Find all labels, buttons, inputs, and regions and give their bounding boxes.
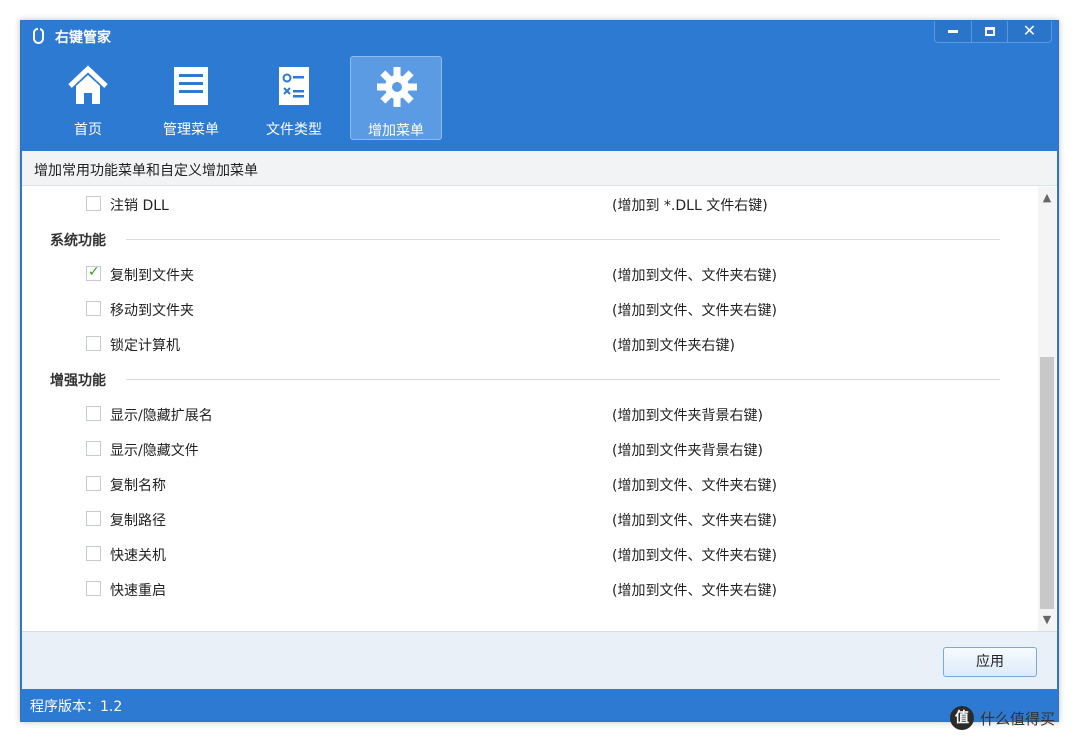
list-item[interactable]: 显示/隐藏文件 (增加到文件夹背景右键) <box>22 432 1022 467</box>
section-header: 系统功能 <box>22 222 1022 257</box>
item-label: 复制名称 <box>110 478 166 494</box>
checkbox[interactable] <box>86 196 101 211</box>
window-title: 右键管家 <box>55 30 111 46</box>
tab-manage-menu-label: 管理菜单 <box>163 122 219 138</box>
file-type-icon <box>279 67 309 105</box>
item-description: (增加到文件、文件夹右键) <box>612 583 777 599</box>
home-icon <box>68 65 108 104</box>
tab-file-type[interactable]: 文件类型 <box>248 56 340 140</box>
footer-bar: 应用 <box>22 631 1057 689</box>
item-description: (增加到文件、文件夹右键) <box>612 548 777 564</box>
item-label: 显示/隐藏文件 <box>110 443 199 459</box>
maximize-icon <box>984 27 995 36</box>
list-item[interactable]: 快速关机 (增加到文件、文件夹右键) <box>22 537 1022 572</box>
section-title: 增强功能 <box>50 373 106 389</box>
item-label: 快速关机 <box>110 548 166 564</box>
item-description: (增加到文件夹背景右键) <box>612 443 763 459</box>
item-label: 锁定计算机 <box>110 338 180 354</box>
menu-options-list: 注销 DLL (增加到 *.DLL 文件右键) 系统功能 复制到文件夹 (增加到… <box>22 187 1036 631</box>
app-window: 右键管家 ✕ 首页 管理菜单 文件类型 增加菜单 增加常用功能菜单和自定义增加菜… <box>20 20 1059 722</box>
minimize-button[interactable] <box>935 21 971 42</box>
checkbox[interactable] <box>86 546 101 561</box>
version-text: 程序版本：1.2 <box>30 699 123 715</box>
item-label: 移动到文件夹 <box>110 303 194 319</box>
title-bar[interactable]: 右键管家 ✕ <box>21 21 1058 51</box>
scroll-down-arrow-icon[interactable]: ▼ <box>1038 611 1056 629</box>
checkbox[interactable] <box>86 406 101 421</box>
item-description: (增加到文件夹背景右键) <box>612 408 763 424</box>
checkbox[interactable] <box>86 476 101 491</box>
content-panel: 增加常用功能菜单和自定义增加菜单 注销 DLL (增加到 *.DLL 文件右键)… <box>22 151 1057 631</box>
scrollbar-thumb[interactable] <box>1040 357 1054 609</box>
close-icon: ✕ <box>1022 21 1037 40</box>
list-item[interactable]: 复制路径 (增加到文件、文件夹右键) <box>22 502 1022 537</box>
tab-home[interactable]: 首页 <box>42 56 134 140</box>
item-description: (增加到文件、文件夹右键) <box>612 268 777 284</box>
main-toolbar: 首页 管理菜单 文件类型 增加菜单 <box>21 51 1058 151</box>
section-divider <box>126 379 1000 380</box>
list-item[interactable]: 移动到文件夹 (增加到文件、文件夹右键) <box>22 292 1022 327</box>
item-label: 显示/隐藏扩展名 <box>110 408 213 424</box>
checkbox[interactable] <box>86 264 101 281</box>
item-description: (增加到文件、文件夹右键) <box>612 478 777 494</box>
close-button[interactable]: ✕ <box>1007 21 1051 42</box>
item-label: 快速重启 <box>110 583 166 599</box>
list-item[interactable]: 快速重启 (增加到文件、文件夹右键) <box>22 572 1022 607</box>
list-item[interactable]: 注销 DLL (增加到 *.DLL 文件右键) <box>22 187 1022 222</box>
apply-button[interactable]: 应用 <box>943 647 1037 677</box>
vertical-scrollbar[interactable]: ▲ ▼ <box>1038 187 1056 631</box>
item-description: (增加到 *.DLL 文件右键) <box>612 198 768 214</box>
gear-icon <box>377 67 417 107</box>
list-icon <box>174 67 208 105</box>
checkbox[interactable] <box>86 511 101 526</box>
watermark-logo-icon: 值 <box>950 706 974 730</box>
status-bar: 程序版本：1.2 <box>21 690 1058 721</box>
checkbox[interactable] <box>86 441 101 456</box>
list-item[interactable]: 复制到文件夹 (增加到文件、文件夹右键) <box>22 257 1022 292</box>
page-subtitle: 增加常用功能菜单和自定义增加菜单 <box>22 151 1057 186</box>
item-label: 复制路径 <box>110 513 166 529</box>
maximize-button[interactable] <box>971 21 1007 42</box>
item-label: 复制到文件夹 <box>110 268 194 284</box>
tab-add-menu-label: 增加菜单 <box>368 123 424 139</box>
list-item[interactable]: 复制名称 (增加到文件、文件夹右键) <box>22 467 1022 502</box>
item-description: (增加到文件、文件夹右键) <box>612 303 777 319</box>
tab-manage-menu[interactable]: 管理菜单 <box>145 56 237 140</box>
checkbox[interactable] <box>86 301 101 316</box>
scroll-up-arrow-icon[interactable]: ▲ <box>1038 189 1056 207</box>
mouse-icon <box>33 28 44 44</box>
tab-add-menu[interactable]: 增加菜单 <box>350 56 442 140</box>
tab-home-label: 首页 <box>74 122 102 138</box>
section-divider <box>126 239 1000 240</box>
checkbox[interactable] <box>86 336 101 351</box>
watermark-text: 什么值得买 <box>980 710 1056 728</box>
section-header: 增强功能 <box>22 362 1022 397</box>
item-label: 注销 DLL <box>110 198 169 214</box>
section-title: 系统功能 <box>50 233 106 249</box>
list-item[interactable]: 锁定计算机 (增加到文件夹右键) <box>22 327 1022 362</box>
list-item[interactable]: 显示/隐藏扩展名 (增加到文件夹背景右键) <box>22 397 1022 432</box>
minimize-icon <box>948 30 958 33</box>
item-description: (增加到文件夹右键) <box>612 338 735 354</box>
tab-file-type-label: 文件类型 <box>266 122 322 138</box>
window-controls: ✕ <box>934 21 1052 43</box>
checkbox[interactable] <box>86 581 101 596</box>
item-description: (增加到文件、文件夹右键) <box>612 513 777 529</box>
